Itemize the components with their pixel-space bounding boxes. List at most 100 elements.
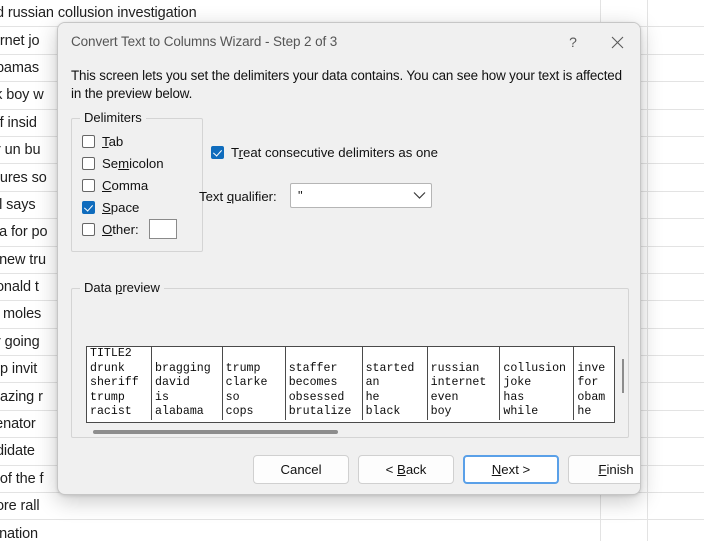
spreadsheet-cell-text: ternet jo — [0, 32, 40, 49]
data-preview-cell: started — [362, 361, 428, 377]
app-root: ed russian collusion investigation ternet… — [0, 0, 704, 541]
mnemonic-letter: C — [102, 177, 112, 193]
delimiters-legend: Delimiters — [80, 110, 146, 125]
checkbox-semicolon[interactable]: Semicolon — [82, 153, 164, 173]
cancel-button[interactable]: Cancel — [253, 455, 349, 484]
checkbox-tab-box[interactable] — [82, 134, 95, 148]
spreadsheet-cell-text: ld moles — [0, 306, 42, 323]
next-button[interactable]: Next > — [463, 455, 559, 484]
checkbox-comma-label: Comma — [102, 177, 149, 193]
convert-text-to-columns-dialog: Convert Text to Columns Wizard - Step 2 … — [57, 22, 641, 495]
mnemonic-letter: T — [102, 133, 109, 149]
data-preview-cell: collusion — [499, 361, 575, 377]
data-preview-row: TITLE2 — [87, 347, 614, 362]
dialog-title: Convert Text to Columns Wizard - Step 2 … — [71, 34, 338, 49]
text-qualifier-value: " — [298, 187, 303, 203]
data-preview-cell: inve — [577, 361, 606, 375]
close-icon[interactable] — [602, 29, 632, 55]
checkbox-tab[interactable]: Tab — [82, 131, 123, 151]
spreadsheet-cell-text: donald t — [0, 279, 39, 296]
spreadsheet-cell-text: ck boy w — [0, 87, 44, 104]
data-preview-cell: sheriff — [87, 376, 153, 391]
data-preview-cell: bragging — [151, 361, 223, 377]
spreadsheet-cell[interactable]: oore rall — [0, 493, 600, 519]
checkbox-comma[interactable]: Comma — [82, 175, 148, 195]
data-preview-cell: drunk — [87, 361, 153, 377]
checkbox-space-label: Space — [102, 199, 140, 215]
checkbox-space[interactable]: Space — [82, 197, 139, 217]
checkbox-treat-consecutive[interactable]: Treat consecutive delimiters as one — [211, 145, 438, 160]
checkbox-other-box[interactable] — [82, 222, 95, 236]
column-divider-2 — [647, 0, 648, 541]
checkbox-space-box[interactable] — [82, 200, 95, 214]
data-preview-cell: he — [362, 390, 428, 406]
checkbox-treat-consecutive-box[interactable] — [211, 146, 224, 159]
spreadsheet-cell-text: atures so — [0, 169, 47, 186]
data-preview-cell: has — [499, 390, 575, 406]
data-preview-cell: is — [151, 390, 223, 406]
data-preview-cell: alabama — [151, 405, 223, 420]
data-preview-cell: TITLE2 — [87, 347, 153, 362]
spreadsheet-cell-text: mazing r — [0, 388, 43, 405]
spreadsheet-cell-text: mp invit — [0, 361, 38, 378]
data-preview-cell — [222, 347, 286, 362]
data-preview-cell: an — [362, 376, 428, 391]
finish-button-label: Finish — [598, 462, 634, 477]
data-preview-cell: black — [362, 405, 428, 420]
finish-button[interactable]: Finish — [568, 455, 640, 484]
checkbox-semicolon-label: Semicolon — [102, 155, 164, 171]
spreadsheet-cell-text: s new tru — [0, 251, 46, 268]
spreadsheet-cell-text: er un bu — [0, 142, 41, 159]
spreadsheet-cell-text: uff insid — [0, 114, 37, 131]
data-preview-cell: joke — [499, 376, 575, 391]
mnemonic-letter: B — [397, 462, 406, 477]
checkbox-comma-box[interactable] — [82, 178, 95, 192]
dialog-instruction: This screen lets you set the delimiters … — [71, 68, 622, 101]
checkbox-other[interactable]: Other: — [82, 219, 177, 239]
data-preview-cell: obsessed — [285, 390, 363, 406]
spreadsheet-cell-text: dia for po — [0, 224, 48, 241]
mnemonic-letter: O — [102, 221, 113, 237]
data-preview-horizontal-scrollbar[interactable] — [93, 430, 338, 434]
data-preview-row: drunk bragging trump staffer started russian c… — [87, 361, 614, 377]
data-preview-cell: russian — [427, 361, 501, 377]
delimiters-group: Delimiters Tab Semicolon Comma Space Oth… — [71, 110, 203, 252]
data-preview-cell — [362, 347, 428, 362]
text-qualifier-combobox[interactable]: " — [290, 183, 432, 208]
spreadsheet-cell-text: ndidate — [0, 443, 35, 460]
question-mark-icon[interactable]: ? — [558, 29, 588, 55]
spreadsheet-cell-text: obamas — [0, 59, 39, 76]
data-preview-row: trump is so obsessed he even has obam — [87, 390, 614, 406]
data-preview-cell: even — [427, 390, 501, 406]
data-preview-table-container[interactable]: TITLE2 drunk bragging trump staffer started r… — [86, 346, 615, 423]
data-preview-cell — [427, 347, 501, 362]
data-preview-cell: trump — [87, 390, 153, 406]
mnemonic-letter: S — [102, 199, 111, 215]
data-preview-cell: trump — [222, 361, 286, 377]
data-preview-vertical-scrollbar[interactable] — [622, 359, 624, 393]
checkbox-semicolon-box[interactable] — [82, 156, 95, 170]
spreadsheet-cell-text: ed russian collusion investigation — [0, 5, 197, 22]
chevron-down-icon[interactable] — [407, 191, 431, 200]
spreadsheet-row[interactable]: ignation — [0, 520, 704, 541]
text-qualifier-label: Text qualifier: — [199, 189, 277, 204]
data-preview-cell — [574, 347, 614, 362]
spreadsheet-cell-text: senator — [0, 416, 36, 433]
data-preview-cell: brutalize — [285, 405, 363, 420]
next-button-label: Next > — [491, 462, 531, 477]
checkbox-tab-label: Tab — [102, 133, 124, 149]
data-preview-cell: boy — [427, 405, 501, 420]
data-preview-row: sheriff david clarke becomes an internet joke f… — [87, 376, 614, 391]
spreadsheet-cell[interactable]: ignation — [0, 520, 600, 541]
checkbox-other-label: Other: — [102, 221, 139, 237]
spreadsheet-cell-text: oore rall — [0, 498, 40, 515]
spreadsheet-cell-text: or going — [0, 333, 40, 350]
data-preview-cell: so — [222, 390, 286, 406]
other-delimiter-input[interactable] — [148, 219, 177, 239]
data-preview-cell: david — [151, 376, 223, 391]
checkbox-treat-consecutive-label: Treat consecutive delimiters as one — [231, 145, 438, 160]
data-preview-row: racist alabama cops brutalize black boy while h… — [87, 405, 614, 420]
data-preview-cell: while — [499, 405, 575, 420]
back-button[interactable]: < Back — [358, 455, 454, 484]
spreadsheet-row[interactable]: oore rall — [0, 493, 704, 521]
